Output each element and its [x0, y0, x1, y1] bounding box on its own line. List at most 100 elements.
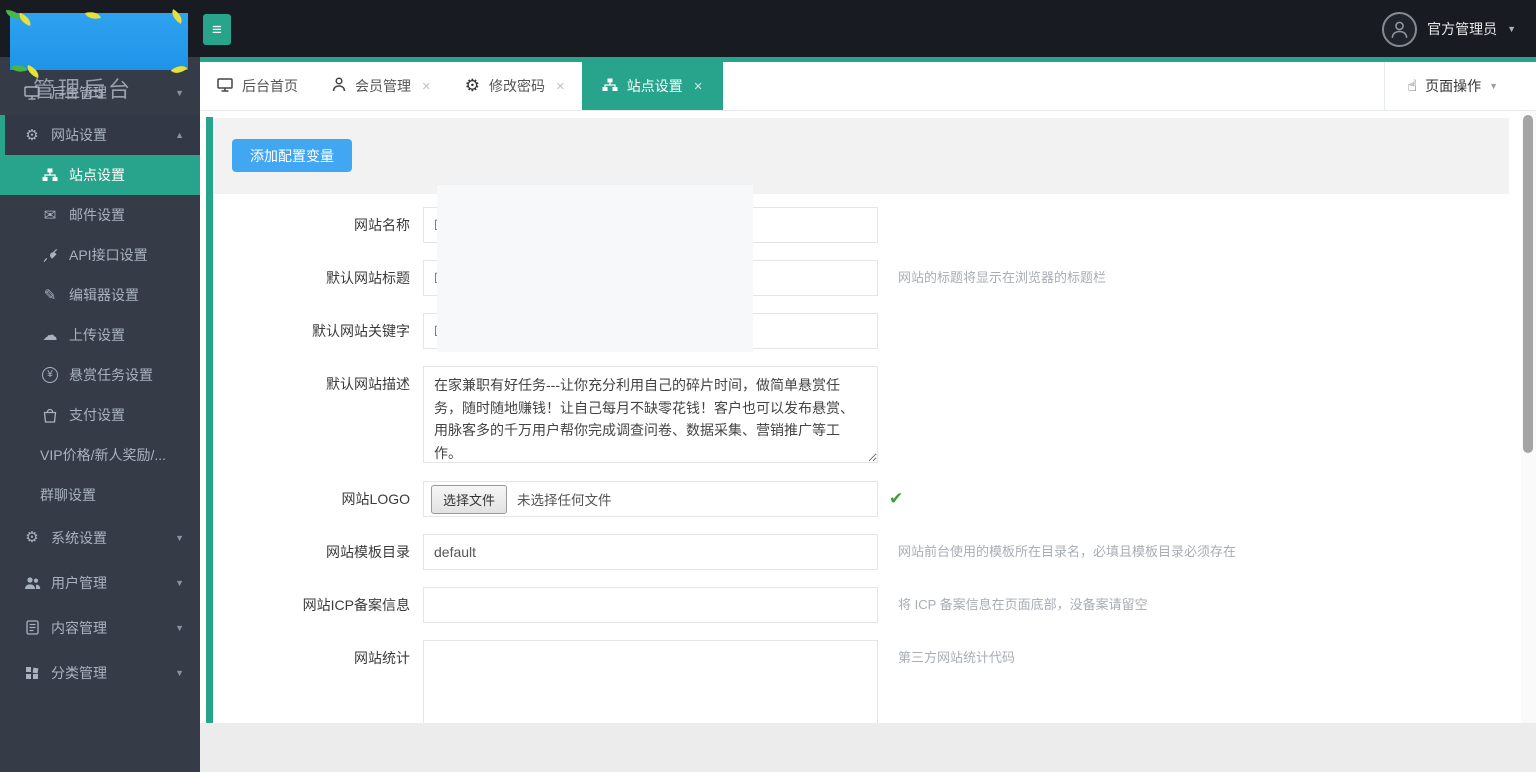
avatar [1382, 12, 1417, 47]
close-icon[interactable]: × [422, 78, 431, 95]
sidebar-item-label: 内容管理 [51, 618, 107, 638]
site-description-textarea[interactable]: 在家兼职有好任务---让你充分利用自己的碎片时间，做简单悬赏任务，随时随地赚钱！… [423, 366, 878, 463]
field-label: 网站ICP备案信息 [230, 587, 410, 623]
categories-icon [22, 666, 42, 680]
caret-up-icon: ▲ [175, 130, 184, 140]
sidebar-item-groupchat-settings[interactable]: 群聊设置 [0, 475, 200, 515]
footer-strip [200, 723, 1536, 772]
sidebar-item-task-settings[interactable]: ¥ 悬赏任务设置 [0, 355, 200, 395]
tab-label: 后台首页 [242, 76, 298, 96]
sidebar-item-label: 系统设置 [51, 528, 107, 548]
admin-panel: 官方管理员 ▼ ≡ 管理后台 后台管理 ▼ ⚙ 网站设置 ▲ [0, 0, 1536, 772]
sidebar-item-label: 悬赏任务设置 [69, 365, 153, 385]
field-label: 网站模板目录 [230, 534, 410, 570]
sidebar: 管理后台 后台管理 ▼ ⚙ 网站设置 ▲ 站点设置 ✉ [0, 57, 200, 772]
tab-members[interactable]: 会员管理 × [315, 62, 448, 110]
sidebar-item-label: 分类管理 [51, 663, 107, 683]
file-status-text: 未选择任何文件 [517, 489, 612, 509]
field-hint: 将 ICP 备案信息在页面底部，没备案请留空 [898, 587, 1148, 623]
tab-change-password[interactable]: ⚙ 修改密码 × [448, 62, 582, 110]
sidebar-item-label: API接口设置 [69, 245, 148, 265]
mail-icon: ✉ [40, 208, 60, 223]
edit-icon: ✎ [40, 288, 60, 303]
check-icon: ✔ [889, 489, 903, 509]
user-menu[interactable]: 官方管理员 ▼ [1382, 11, 1516, 47]
sidebar-item-label: 网站设置 [51, 125, 107, 145]
sidebar-item-editor-settings[interactable]: ✎ 编辑器设置 [0, 275, 200, 315]
caret-down-icon: ▼ [175, 533, 184, 543]
censor-overlay [437, 185, 753, 352]
sidebar-item-label: 支付设置 [69, 405, 125, 425]
caret-down-icon: ▼ [175, 623, 184, 633]
person-icon [332, 77, 346, 95]
caret-down-icon: ▼ [175, 88, 184, 98]
users-icon [22, 576, 42, 590]
field-label: 默认网站标题 [230, 260, 410, 296]
sidebar-item-website-settings[interactable]: ⚙ 网站设置 ▲ [0, 115, 200, 155]
add-config-variable-button[interactable]: 添加配置变量 [232, 139, 352, 172]
tab-site-settings[interactable]: 站点设置 × [582, 62, 723, 110]
tab-label: 修改密码 [489, 76, 545, 96]
tab-bar: 后台首页 会员管理 × ⚙ 修改密码 × 站点设置 × ☝ 页面操作 ▼ [200, 62, 1536, 111]
page-actions-dropdown[interactable]: ☝ 页面操作 ▼ [1384, 62, 1536, 110]
sidebar-item-label: 用户管理 [51, 573, 107, 593]
sitemap-icon [602, 78, 618, 95]
sidebar-item-user-management[interactable]: 用户管理 ▼ [0, 560, 200, 605]
field-hint: 第三方网站统计代码 [898, 640, 1015, 676]
person-icon [1390, 20, 1409, 39]
hand-pointer-icon: ☝ [1407, 76, 1417, 96]
sidebar-item-upload-settings[interactable]: ☁ 上传设置 [0, 315, 200, 355]
gear-icon: ⚙ [465, 76, 480, 96]
sidebar-item-site-settings[interactable]: 站点设置 [0, 155, 200, 195]
field-label: 默认网站关键字 [230, 313, 410, 349]
close-icon[interactable]: × [694, 78, 703, 95]
sidebar-item-label: 上传设置 [69, 325, 125, 345]
choose-file-button[interactable]: 选择文件 [431, 485, 507, 514]
sidebar-item-category-management[interactable]: 分类管理 ▼ [0, 650, 200, 695]
field-hint: 网站的标题将显示在浏览器的标题栏 [898, 260, 1106, 296]
tab-dashboard[interactable]: 后台首页 [200, 62, 315, 110]
caret-down-icon: ▼ [175, 578, 184, 588]
icp-info-input[interactable] [423, 587, 878, 623]
leaf-decoration [17, 13, 33, 26]
sidebar-item-label: 编辑器设置 [69, 285, 139, 305]
sidebar-item-vip-settings[interactable]: VIP价格/新人奖励/... [0, 435, 200, 475]
sidebar-menu: 后台管理 ▼ ⚙ 网站设置 ▲ 站点设置 ✉ 邮件设置 [0, 57, 200, 695]
panel-header: 添加配置变量 [213, 118, 1509, 194]
yen-circle-icon: ¥ [40, 367, 60, 383]
page-actions-label: 页面操作 [1425, 76, 1481, 96]
gear-icon: ⚙ [22, 530, 42, 545]
field-label: 网站LOGO [230, 481, 410, 517]
sidebar-item-backend-manage[interactable]: 后台管理 ▼ [0, 70, 200, 115]
admin-name: 官方管理员 [1427, 19, 1497, 39]
sidebar-item-mail-settings[interactable]: ✉ 邮件设置 [0, 195, 200, 235]
sidebar-item-system-settings[interactable]: ⚙ 系统设置 ▼ [0, 515, 200, 560]
vertical-scrollbar[interactable] [1521, 111, 1536, 723]
template-dir-input[interactable] [423, 534, 878, 570]
sidebar-item-label: 后台管理 [51, 83, 107, 103]
monitor-icon [217, 78, 233, 95]
caret-down-icon: ▼ [175, 668, 184, 678]
field-label: 网站名称 [230, 207, 410, 243]
sitemap-icon [40, 168, 60, 182]
sidebar-item-label: 邮件设置 [69, 205, 125, 225]
logo-image [10, 13, 188, 70]
plug-icon [40, 248, 60, 263]
scrollbar-thumb[interactable] [1523, 115, 1533, 453]
shopping-bag-icon [40, 408, 60, 423]
sidebar-item-payment-settings[interactable]: 支付设置 [0, 395, 200, 435]
monitor-icon [22, 86, 42, 100]
field-label: 网站统计 [230, 640, 410, 676]
field-label: 默认网站描述 [230, 366, 410, 402]
sidebar-item-content-management[interactable]: 内容管理 ▼ [0, 605, 200, 650]
sidebar-item-api-settings[interactable]: API接口设置 [0, 235, 200, 275]
hamburger-icon: ≡ [212, 20, 222, 39]
field-hint: 网站前台使用的模板所在目录名，必填且模板目录必须存在 [898, 534, 1236, 570]
close-icon[interactable]: × [556, 78, 565, 95]
caret-down-icon: ▼ [1507, 24, 1516, 34]
sidebar-item-label: 群聊设置 [40, 485, 96, 505]
document-icon [22, 620, 42, 635]
tab-label: 站点设置 [627, 76, 683, 96]
sidebar-item-label: 站点设置 [69, 165, 125, 185]
menu-toggle-button[interactable]: ≡ [203, 14, 231, 45]
